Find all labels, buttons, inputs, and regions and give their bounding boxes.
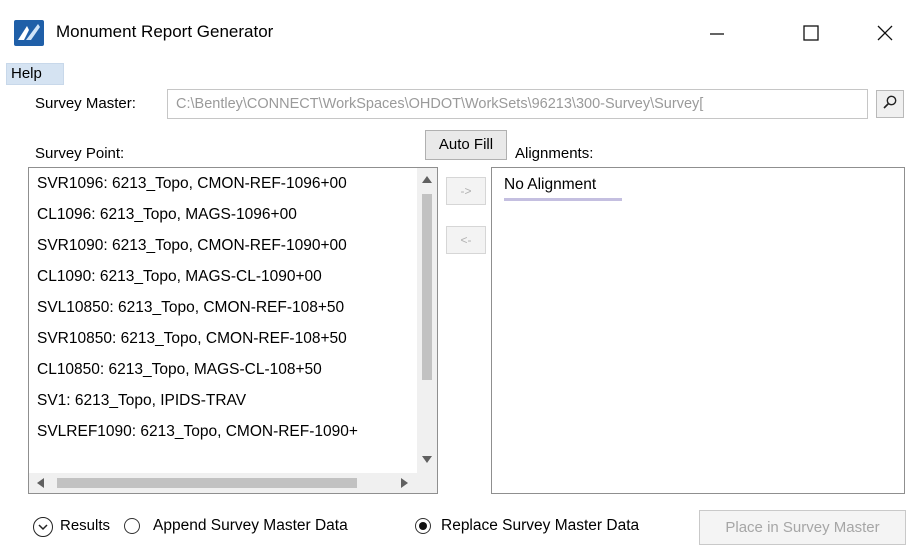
replace-radio[interactable] bbox=[415, 518, 431, 534]
list-item[interactable]: CL10850: 6213_Topo, MAGS-CL-108+50 bbox=[29, 354, 417, 385]
list-item[interactable]: SVR1096: 6213_Topo, CMON-REF-1096+00 bbox=[29, 168, 417, 199]
append-radio[interactable] bbox=[124, 518, 140, 534]
list-item[interactable]: SVR1090: 6213_Topo, CMON-REF-1090+00 bbox=[29, 230, 417, 261]
replace-radio-label[interactable]: Replace Survey Master Data bbox=[441, 517, 639, 535]
survey-point-label: Survey Point: bbox=[35, 145, 125, 162]
alignments-list[interactable]: No Alignment bbox=[491, 167, 905, 494]
results-toggle-label[interactable]: Results bbox=[60, 517, 110, 534]
list-item[interactable]: SV1: 6213_Topo, IPIDS-TRAV bbox=[29, 385, 417, 416]
vertical-scroll-thumb[interactable] bbox=[422, 194, 432, 380]
scroll-left-arrow-icon[interactable] bbox=[37, 478, 44, 488]
scroll-down-arrow-icon[interactable] bbox=[422, 456, 432, 463]
list-item[interactable]: SVLREF1090: 6213_Topo, CMON-REF-1090+ bbox=[29, 416, 417, 447]
menu-bar: Help bbox=[0, 62, 911, 86]
vertical-scrollbar[interactable] bbox=[417, 168, 437, 474]
scroll-up-arrow-icon[interactable] bbox=[422, 176, 432, 183]
list-item[interactable]: CL1096: 6213_Topo, MAGS-1096+00 bbox=[29, 199, 417, 230]
bentley-app-icon bbox=[14, 20, 44, 46]
move-right-button[interactable]: -> bbox=[446, 177, 486, 205]
title-bar: Monument Report Generator bbox=[0, 0, 911, 62]
radio-selected-dot bbox=[419, 522, 427, 530]
browse-button[interactable] bbox=[876, 90, 904, 118]
list-item[interactable]: SVL10850: 6213_Topo, CMON-REF-108+50 bbox=[29, 292, 417, 323]
search-icon bbox=[882, 94, 898, 114]
minimize-icon[interactable] bbox=[694, 10, 740, 56]
close-icon[interactable] bbox=[862, 10, 908, 56]
menu-help[interactable]: Help bbox=[6, 63, 64, 85]
list-item[interactable]: CL1090: 6213_Topo, MAGS-CL-1090+00 bbox=[29, 261, 417, 292]
chevron-down-icon[interactable] bbox=[33, 517, 53, 537]
alignments-label: Alignments: bbox=[515, 145, 594, 162]
list-item[interactable]: No Alignment bbox=[504, 176, 596, 194]
horizontal-scroll-thumb[interactable] bbox=[57, 478, 357, 488]
place-in-survey-master-button[interactable]: Place in Survey Master bbox=[699, 510, 906, 545]
horizontal-scrollbar[interactable] bbox=[29, 473, 417, 493]
survey-master-path-field[interactable]: C:\Bentley\CONNECT\WorkSpaces\OHDOT\Work… bbox=[167, 89, 868, 119]
survey-point-list[interactable]: SVR1096: 6213_Topo, CMON-REF-1096+00 CL1… bbox=[28, 167, 438, 494]
selection-underline bbox=[504, 198, 622, 201]
window-title: Monument Report Generator bbox=[56, 22, 274, 41]
list-item[interactable]: SVR10850: 6213_Topo, CMON-REF-108+50 bbox=[29, 323, 417, 354]
move-left-button[interactable]: <- bbox=[446, 226, 486, 254]
scrollbar-corner bbox=[417, 473, 437, 493]
maximize-icon[interactable] bbox=[788, 10, 834, 56]
auto-fill-button[interactable]: Auto Fill bbox=[425, 130, 507, 160]
scroll-right-arrow-icon[interactable] bbox=[401, 478, 408, 488]
append-radio-label[interactable]: Append Survey Master Data bbox=[153, 517, 348, 535]
survey-master-label: Survey Master: bbox=[35, 95, 136, 112]
